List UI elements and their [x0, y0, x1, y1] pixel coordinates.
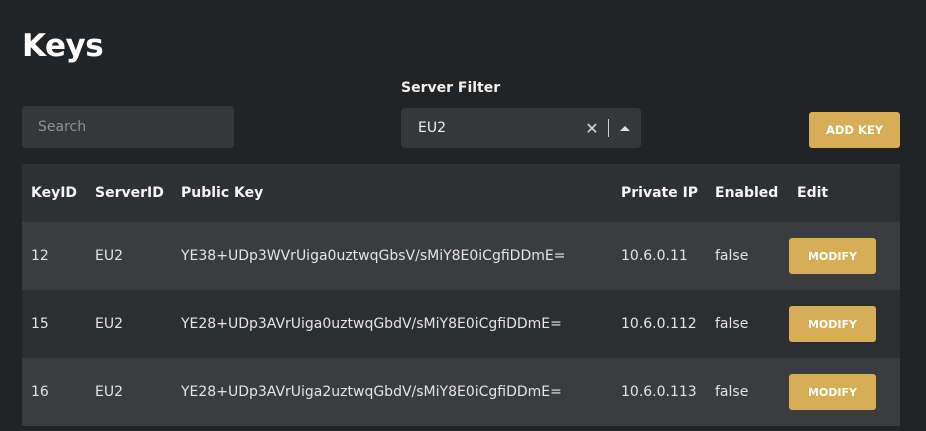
column-header-private-ip: Private IP	[621, 185, 699, 201]
page-title: Keys	[22, 28, 104, 64]
cell-public-key: YE28+UDp3AVrUiga0uztwqGbdV/sMiY8E0iCgfiD…	[181, 316, 562, 332]
chevron-up-icon[interactable]	[613, 125, 637, 131]
keys-table: KeyID ServerID Public Key Private IP Ena…	[22, 164, 900, 426]
table-row: 15 EU2 YE28+UDp3AVrUiga0uztwqGbdV/sMiY8E…	[22, 290, 900, 358]
cell-serverid: EU2	[95, 248, 123, 264]
cell-enabled: false	[715, 248, 749, 264]
cell-keyid: 16	[31, 384, 49, 400]
column-header-keyid: KeyID	[31, 185, 78, 201]
column-header-enabled: Enabled	[715, 185, 779, 201]
cell-private-ip: 10.6.0.113	[621, 384, 697, 400]
cell-enabled: false	[715, 384, 749, 400]
modify-button[interactable]: MODIFY	[789, 374, 876, 410]
modify-button[interactable]: MODIFY	[789, 306, 876, 342]
search-box[interactable]	[22, 106, 234, 148]
add-key-button[interactable]: ADD KEY	[809, 112, 900, 148]
column-header-public-key: Public Key	[181, 185, 264, 201]
server-filter-value: EU2	[418, 120, 446, 136]
modify-button[interactable]: MODIFY	[789, 238, 876, 274]
server-filter-select[interactable]: EU2 ✕	[401, 108, 641, 148]
search-input[interactable]	[38, 119, 234, 135]
cell-public-key: YE38+UDp3WVrUiga0uztwqGbsV/sMiY8E0iCgfiD…	[181, 248, 566, 264]
cell-private-ip: 10.6.0.112	[621, 316, 697, 332]
select-separator	[608, 119, 609, 137]
server-filter-label: Server Filter	[401, 80, 501, 96]
cell-public-key: YE28+UDp3AVrUiga2uztwqGbdV/sMiY8E0iCgfiD…	[181, 384, 562, 400]
cell-serverid: EU2	[95, 384, 123, 400]
cell-enabled: false	[715, 316, 749, 332]
cell-private-ip: 10.6.0.11	[621, 248, 688, 264]
column-header-edit: Edit	[797, 185, 829, 201]
table-header-row: KeyID ServerID Public Key Private IP Ena…	[22, 164, 900, 222]
cell-serverid: EU2	[95, 316, 123, 332]
column-header-serverid: ServerID	[95, 185, 164, 201]
cell-keyid: 15	[31, 316, 49, 332]
clear-icon[interactable]: ✕	[580, 119, 604, 138]
cell-keyid: 12	[31, 248, 49, 264]
table-row: 16 EU2 YE28+UDp3AVrUiga2uztwqGbdV/sMiY8E…	[22, 358, 900, 426]
table-row: 12 EU2 YE38+UDp3WVrUiga0uztwqGbsV/sMiY8E…	[22, 222, 900, 290]
